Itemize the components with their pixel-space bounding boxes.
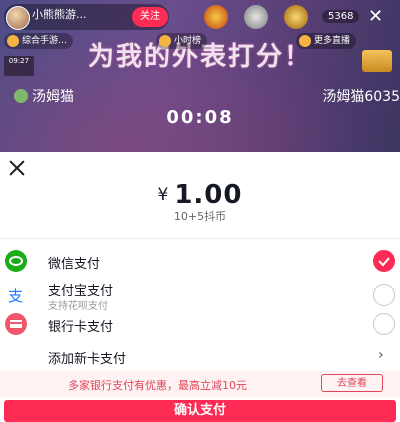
- category-badge[interactable]: 综合手游…: [4, 33, 74, 49]
- payment-sheet: ¥1.00 10+5抖币 微信支付 支 支付宝支付 支持花呗支付 银行卡支付 添…: [0, 152, 400, 422]
- category-icon: [7, 35, 19, 47]
- add-new-card-option[interactable]: 添加新卡支付 ›: [0, 344, 400, 368]
- more-live-badge[interactable]: 更多直播: [296, 33, 357, 49]
- add-new-card-label: 添加新卡支付: [48, 352, 127, 367]
- more-live-icon: [299, 35, 311, 47]
- hourly-rank-badge[interactable]: 小时榜: [156, 33, 208, 49]
- pk-left-side: 汤姆猫: [14, 86, 74, 106]
- pk-right-name: 汤姆猫6035: [322, 89, 400, 105]
- wechat-pay-radio[interactable]: [373, 250, 395, 272]
- chevron-right-icon: ›: [378, 347, 384, 363]
- alipay-option[interactable]: 支 支付宝支付 支持花呗支付: [0, 278, 400, 312]
- alipay-radio[interactable]: [373, 284, 395, 306]
- follow-button[interactable]: 关注: [132, 7, 168, 27]
- host-info[interactable]: 小熊熊游... 关注: [4, 4, 169, 30]
- promo-banner: 多家银行支付有优惠，最高立减10元 去查看: [0, 371, 400, 397]
- rank-icon: [159, 35, 171, 47]
- pk-timer: 00:08: [166, 107, 234, 128]
- stream-top-bar: 小熊熊游... 关注 5368 ✕: [4, 4, 396, 30]
- category-label: 综合手游…: [22, 36, 68, 46]
- bank-card-option[interactable]: 银行卡支付: [0, 312, 400, 338]
- pk-left-name: 汤姆猫: [32, 89, 74, 105]
- bank-card-label: 银行卡支付: [48, 320, 114, 335]
- promo-text: 多家银行支付有优惠，最高立减10元: [68, 379, 247, 392]
- bank-card-radio[interactable]: [373, 313, 395, 335]
- viewer-avatar[interactable]: [284, 5, 308, 29]
- alipay-icon: 支: [5, 284, 27, 306]
- hourly-rank-label: 小时榜: [174, 36, 202, 46]
- host-name: 小熊熊游...: [32, 8, 87, 21]
- live-stream-background: 小熊熊游... 关注 5368 ✕ 综合手游… 小时榜 更多直播 为我的外表打分…: [0, 0, 400, 152]
- currency-symbol: ¥: [157, 185, 169, 205]
- price-amount: 1.00: [174, 180, 243, 210]
- pk-left-avatar: [14, 89, 28, 103]
- timestamp-label: 09:27: [4, 56, 34, 76]
- stream-badges: 综合手游… 小时榜 更多直播: [4, 33, 396, 51]
- alipay-sublabel: 支持花呗支付: [48, 301, 108, 312]
- confirm-pay-button[interactable]: 确认支付: [4, 400, 396, 422]
- wechat-pay-icon: [5, 250, 27, 272]
- promo-view-button[interactable]: 去查看: [321, 374, 383, 392]
- bank-card-icon: [5, 313, 27, 335]
- host-avatar[interactable]: [6, 6, 30, 30]
- divider: [0, 238, 400, 239]
- svg-text:支: 支: [8, 287, 23, 305]
- treasure-box-icon[interactable]: [362, 50, 392, 72]
- viewer-avatar[interactable]: [204, 5, 228, 29]
- viewer-count[interactable]: 5368: [322, 10, 360, 23]
- wechat-pay-label: 微信支付: [48, 257, 101, 272]
- more-live-label: 更多直播: [314, 36, 351, 46]
- close-icon[interactable]: [7, 158, 27, 178]
- price-display: ¥1.00: [0, 180, 400, 210]
- coins-description: 10+5抖币: [173, 210, 227, 223]
- wechat-pay-option[interactable]: 微信支付: [0, 248, 400, 274]
- viewer-avatar[interactable]: [244, 5, 268, 29]
- stream-close-icon[interactable]: ✕: [368, 6, 383, 27]
